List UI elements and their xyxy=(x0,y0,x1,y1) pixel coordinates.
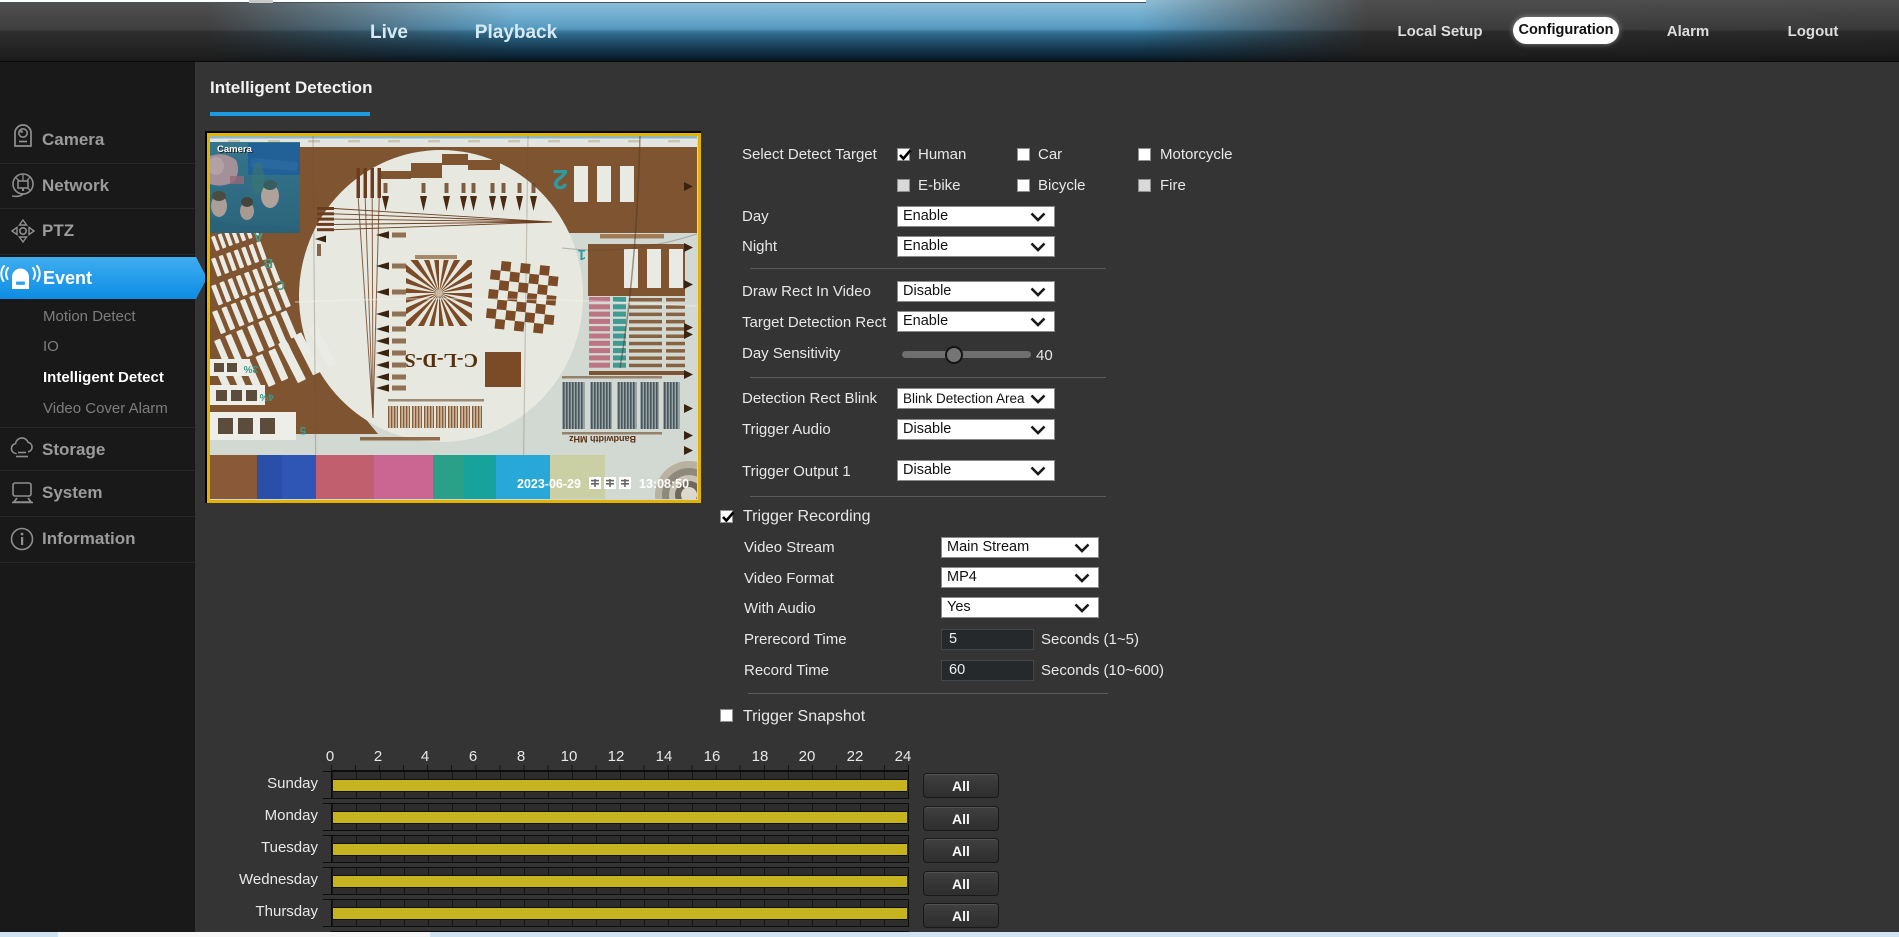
svg-text:13:08:50: 13:08:50 xyxy=(639,477,689,491)
svg-text:2023-06-29: 2023-06-29 xyxy=(517,477,581,491)
svg-text:B: B xyxy=(264,256,273,271)
svg-text:Camera: Camera xyxy=(217,144,253,155)
svg-text:Bandwidth MHz: Bandwidth MHz xyxy=(569,434,636,444)
svg-text:1: 1 xyxy=(578,246,586,263)
svg-text:5: 5 xyxy=(300,424,306,436)
svg-text:C-L-D-S: C-L-D-S xyxy=(405,349,478,371)
svg-text:4%: 4% xyxy=(259,391,274,402)
svg-text:2: 2 xyxy=(552,164,568,195)
svg-text:C: C xyxy=(275,278,285,293)
svg-text:3%: 3% xyxy=(243,363,258,374)
